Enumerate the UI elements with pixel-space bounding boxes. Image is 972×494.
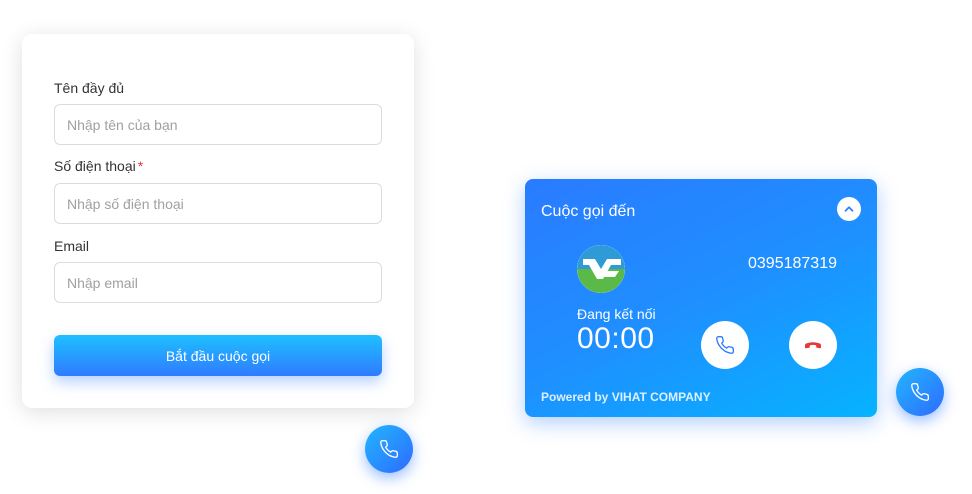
required-mark: *	[137, 158, 144, 174]
caller-phone-number: 0395187319	[748, 255, 837, 272]
floating-call-button[interactable]	[365, 425, 413, 473]
answer-call-button[interactable]	[701, 321, 749, 369]
email-label: Email	[54, 238, 90, 254]
phone-label: Số điện thoại *	[54, 158, 143, 174]
caller-avatar	[577, 245, 625, 293]
phone-label-text: Số điện thoại	[54, 158, 136, 174]
call-status: Đang kết nối	[577, 306, 656, 322]
start-call-button[interactable]: Bắt đầu cuộc gọi	[54, 335, 382, 376]
hangup-icon	[805, 342, 821, 349]
floating-call-button-right[interactable]	[896, 368, 944, 416]
chevron-up-icon	[844, 206, 854, 212]
phone-input[interactable]	[54, 183, 382, 224]
phone-icon	[911, 382, 930, 401]
name-label: Tên đầy đủ	[54, 80, 125, 96]
hangup-call-button[interactable]	[789, 321, 837, 369]
email-input[interactable]	[54, 262, 382, 303]
collapse-button[interactable]	[837, 197, 861, 221]
name-input[interactable]	[54, 104, 382, 145]
phone-icon	[716, 335, 735, 354]
phone-icon	[380, 439, 399, 458]
contact-form-card: Tên đầy đủ Số điện thoại* Email Bắt đầu …	[22, 34, 414, 408]
incoming-call-card: Cuộc gọi đến 0395187319 Đang kết nối 00:…	[525, 179, 877, 417]
call-timer: 00:00	[577, 322, 655, 355]
powered-by-text: Powered by VIHAT COMPANY	[541, 390, 711, 404]
call-title: Cuộc gọi đến	[541, 203, 636, 220]
vihat-logo-icon	[577, 245, 625, 293]
